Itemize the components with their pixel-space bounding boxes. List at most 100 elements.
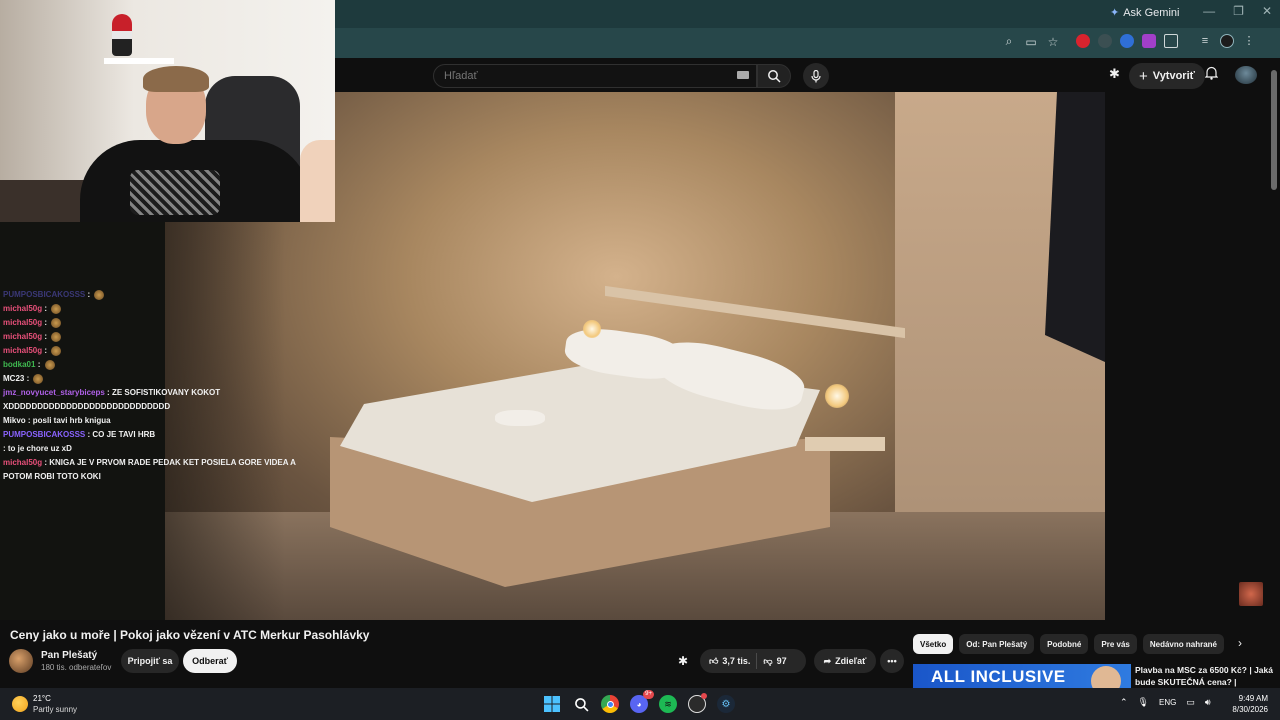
chip-from-channel[interactable]: Od: Pan Plešatý <box>959 634 1035 654</box>
chat-message: michal50g : <box>3 302 303 316</box>
chip-recently-uploaded[interactable]: Nedávno nahrané <box>1142 634 1224 654</box>
chat-separator: : <box>42 332 50 341</box>
chrome-icon[interactable] <box>601 695 619 713</box>
windows-start-icon[interactable] <box>543 695 561 713</box>
taskbar-clock[interactable]: 9:49 AM 8/30/2026 <box>1228 693 1268 715</box>
chat-username[interactable]: michal50g <box>3 318 42 327</box>
search-button[interactable] <box>757 64 791 88</box>
page-scrollbar[interactable] <box>1271 70 1277 190</box>
chat-message: PUMPOSBICAKOSSS : CO JE TAVI HRB <box>3 428 303 442</box>
search-input[interactable] <box>434 65 756 87</box>
like-divider <box>756 653 758 669</box>
maximize-button[interactable]: ❐ <box>1233 4 1244 18</box>
tray-overflow-icon[interactable]: ⌃ <box>1120 697 1128 708</box>
chat-username[interactable]: michal50g <box>3 346 42 355</box>
like-button[interactable]: 👍︎ 3,7 tis. <box>700 656 750 667</box>
chat-username[interactable]: PUMPOSBICAKOSSS <box>3 430 85 439</box>
media-control-icon[interactable]: ≡ <box>1198 34 1212 48</box>
ask-gemini-button[interactable]: ✦ Ask Gemini <box>1110 6 1179 20</box>
microphone-tray-icon[interactable]: 🎙︎ <box>1138 697 1149 708</box>
close-button[interactable]: ✕ <box>1262 4 1272 18</box>
chat-username[interactable]: bodka01 <box>3 360 35 369</box>
obs-icon[interactable] <box>688 693 707 713</box>
chat-message: jmz_novyucet_starybiceps : ZE SOFISTIKOV… <box>3 386 303 414</box>
thumbs-up-icon: 👍︎ <box>709 655 719 666</box>
chat-username[interactable]: michal50g <box>3 458 42 467</box>
notifications-bell-icon[interactable] <box>1204 66 1219 83</box>
create-button[interactable]: + Vytvoriť <box>1129 63 1205 89</box>
chat-text: CO JE TAVI HRB <box>92 430 156 439</box>
clock-date: 8/30/2026 <box>1232 705 1268 714</box>
language-indicator[interactable]: ENG <box>1159 698 1176 707</box>
weather-temperature[interactable]: 21°C <box>33 694 51 703</box>
video-scene-nightstand <box>805 437 885 451</box>
keyboard-icon[interactable] <box>737 71 749 79</box>
weather-sun-icon[interactable] <box>12 696 28 712</box>
account-avatar[interactable] <box>1235 66 1257 84</box>
video-scene-lamp-left <box>583 320 601 338</box>
chat-username[interactable]: michal50g <box>3 304 42 313</box>
chat-username[interactable]: jmz_novyucet_starybiceps <box>3 388 105 397</box>
more-actions-button[interactable]: ••• <box>880 649 904 673</box>
chat-username[interactable]: PUMPOSBICAKOSSS <box>3 290 85 299</box>
chat-separator: : <box>35 360 43 369</box>
recommended-video-title[interactable]: Plavba na MSC za 6500 Kč? | Jaká bude SK… <box>1135 664 1275 688</box>
extension-red-icon[interactable] <box>1076 34 1090 48</box>
chat-separator: : <box>42 304 50 313</box>
related-filter-chips: Všetko Od: Pan Plešatý Podobné Pre vás N… <box>913 634 1224 654</box>
taskbar-search-icon[interactable] <box>572 695 590 713</box>
webcam-person-hair <box>143 66 209 92</box>
taskbar-apps: ◕ 9+ ≋ ⚙ <box>543 690 735 713</box>
chat-emote-icon <box>51 345 62 356</box>
webcam-figurine <box>112 14 132 56</box>
bookmark-star-icon[interactable]: ☆ <box>1042 35 1064 49</box>
chat-username[interactable]: michal50g <box>3 332 42 341</box>
chat-message: MC23 : <box>3 372 303 386</box>
extensions-puzzle-icon[interactable] <box>1164 34 1178 48</box>
extensions-bar: ≡ ⋮ <box>1076 34 1256 48</box>
spotify-icon[interactable]: ≋ <box>659 695 677 713</box>
subscribe-button[interactable]: Odberať <box>183 649 237 673</box>
channel-avatar[interactable] <box>9 649 33 673</box>
join-button[interactable]: Pripojiť sa <box>121 649 179 673</box>
network-icon[interactable]: ▭ <box>1186 697 1195 708</box>
discord-icon[interactable]: ◕ 9+ <box>630 690 654 713</box>
clip-icon[interactable]: ✱ <box>678 654 688 668</box>
dislike-button[interactable]: 👎︎ 97 <box>763 656 786 667</box>
browser-menu-icon[interactable]: ⋮ <box>1242 34 1256 48</box>
cast-icon[interactable]: ▭ <box>1020 35 1042 49</box>
chat-separator: : <box>42 346 50 355</box>
share-arrow-icon: ➦ <box>823 655 832 666</box>
extension-grey-icon[interactable] <box>1098 34 1112 48</box>
clock-time: 9:49 AM <box>1238 694 1268 703</box>
studio-gear-icon[interactable]: ✱ <box>1109 66 1120 82</box>
share-button[interactable]: ➦ Zdieľať <box>814 649 876 673</box>
chip-related[interactable]: Podobné <box>1040 634 1089 654</box>
profile-avatar-icon[interactable] <box>1220 34 1234 48</box>
voice-search-button[interactable] <box>803 63 829 89</box>
chat-username[interactable]: Mikvo <box>3 416 26 425</box>
like-dislike-group: 👍︎ 3,7 tis. 👎︎ 97 <box>700 649 806 673</box>
webcam-overlay <box>0 0 335 222</box>
recommended-video-thumbnail[interactable]: ALL INCLUSIVE <box>913 664 1131 688</box>
chevron-right-icon[interactable]: › <box>1238 636 1242 650</box>
search-box <box>433 64 757 88</box>
youtube-header: ✱ + Vytvoriť <box>335 58 1280 92</box>
volume-icon[interactable]: 🔊︎ <box>1205 697 1211 708</box>
weather-description[interactable]: Partly sunny <box>33 705 77 714</box>
chip-all[interactable]: Všetko <box>913 634 954 654</box>
chat-username[interactable]: MC23 <box>3 374 24 383</box>
secondary-column <box>1105 92 1280 620</box>
extension-blue-icon[interactable] <box>1120 34 1134 48</box>
chat-message: michal50g : <box>3 316 303 330</box>
system-tray: ⌃ 🎙︎ ENG ▭ 🔊︎ <box>1120 697 1211 708</box>
plus-icon: + <box>1139 67 1148 85</box>
chat-message: Mikvo : posli tavi hrb knigua <box>3 414 303 428</box>
extension-purple-icon[interactable] <box>1142 34 1156 48</box>
minimize-button[interactable]: — <box>1203 4 1215 18</box>
chip-for-you[interactable]: Pre vás <box>1094 634 1137 654</box>
steam-icon[interactable]: ⚙ <box>717 695 735 713</box>
channel-name[interactable]: Pan Plešatý <box>41 650 97 661</box>
chat-separator: : <box>104 388 112 397</box>
zoom-icon[interactable]: ⌕ <box>998 34 1020 49</box>
